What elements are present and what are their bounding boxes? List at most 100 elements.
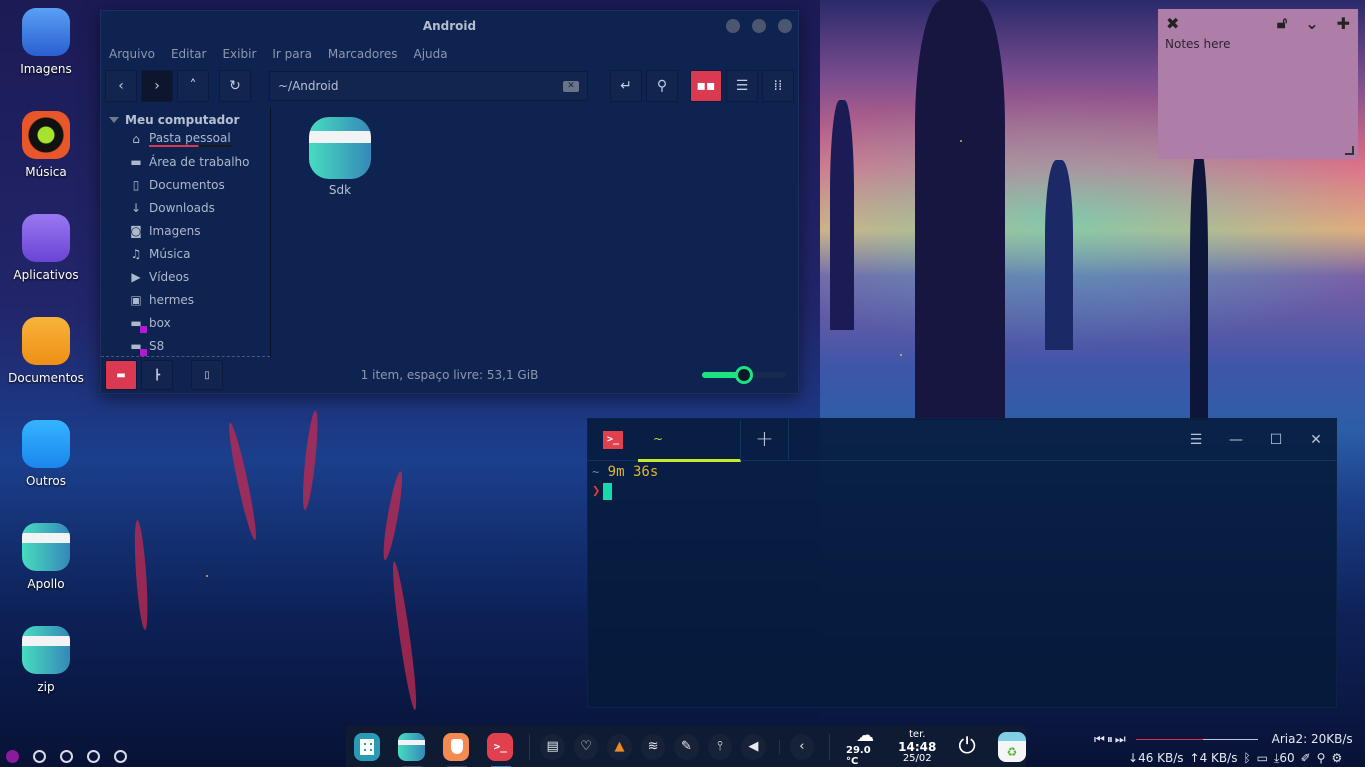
app-launcher-button[interactable] [354,732,381,761]
compact-view-button[interactable]: ⁞⁞ [762,70,794,102]
add-note-icon[interactable]: ✚ [1337,14,1350,33]
forward-button[interactable]: › [141,70,173,102]
next-track-icon[interactable]: ⏭ [1115,732,1126,747]
updates-counter[interactable]: ⤓60 [1274,751,1295,766]
power-button[interactable]: ⏻ [958,734,975,759]
night-light-button[interactable]: ♡ [573,733,599,760]
desktop-icon-aplicativos[interactable]: Aplicativos [0,214,92,282]
pager-dot-5[interactable] [114,750,127,763]
zoom-slider-handle[interactable] [735,366,753,384]
close-note-icon[interactable]: ✖ [1166,14,1179,33]
search-icon: ⚲ [656,78,668,94]
location-bar[interactable]: ~/Android ✕ [269,71,588,101]
pager-dot-2[interactable] [33,750,46,763]
pager-dot-1[interactable] [6,750,19,763]
sidebar-item-pasta-pessoal[interactable]: ⌂ Pasta pessoal [101,127,270,150]
grid-apps-icon [360,738,375,755]
sidebar-item-area-de-trabalho[interactable]: ▬ Área de trabalho [101,150,270,173]
enter-arrow-icon: ↵ [620,78,632,94]
sidebar-item-hermes[interactable]: ▣ hermes [101,288,270,311]
maximize-button[interactable] [752,19,766,33]
pause-icon[interactable]: ⏸ [1107,732,1113,747]
desktop-icon-zip[interactable]: zip [0,626,92,694]
trash-button[interactable]: ♻ [997,731,1026,762]
media-progress[interactable] [1135,738,1258,740]
previous-track-icon[interactable]: ⏮ [1094,732,1105,747]
pager-dot-3[interactable] [60,750,73,763]
reload-button[interactable]: ↻ [219,70,251,102]
list-view-button[interactable]: ☰ [726,70,758,102]
unlock-icon[interactable]: 🔓︎ [1277,13,1287,33]
clear-location-icon[interactable]: ✕ [563,80,579,92]
close-icon[interactable]: ✕ [1296,432,1336,448]
sidebar-item-videos[interactable]: ▶ Vídeos [101,265,270,288]
minimize-icon[interactable]: — [1216,432,1256,448]
vlc-button[interactable]: ▲ [607,733,632,760]
sidebar-item-label: Área de trabalho [149,154,250,169]
minimize-button[interactable] [726,19,740,33]
volume-button[interactable]: ◀ [741,733,766,760]
menu-marcadores[interactable]: Marcadores [328,47,398,61]
new-tab-button[interactable]: + [741,418,789,461]
desktop-icon-label: Música [25,165,67,179]
clipboard-icon: ▤ [546,739,559,754]
menu-arquivo[interactable]: Arquivo [109,47,155,61]
desktop-icon-outros[interactable]: Outros [0,420,92,488]
note-text[interactable]: Notes here [1158,37,1358,51]
desktop-icon-documentos[interactable]: Documentos [0,317,92,385]
terminal-app-button[interactable]: >_ [487,732,514,767]
go-button[interactable]: ↵ [610,70,642,102]
location-input[interactable]: ~/Android [278,79,339,93]
usb-icon: ⫯ [717,739,723,754]
terminal-tab[interactable]: ~ [638,419,741,462]
wifi-button[interactable]: ≋ [640,733,666,760]
sidebar-item-s8[interactable]: ▬ S8 [101,334,270,357]
clipboard-button[interactable]: ▤ [540,733,565,760]
menu-icon[interactable]: ☰ [1176,432,1216,448]
menu-ir-para[interactable]: Ir para [272,47,312,61]
color-picker-icon[interactable]: ✐ [1301,751,1311,765]
title-bar[interactable]: Android [101,11,798,41]
pager-dot-4[interactable] [87,750,100,763]
desktop-icon-apollo[interactable]: Apollo [0,523,92,591]
usb-button[interactable]: ⫯ [707,733,733,760]
sidebar-item-box[interactable]: ▬ box [101,311,270,334]
file-item-sdk[interactable]: Sdk [309,117,371,197]
files-app-button[interactable] [398,732,425,767]
chevron-down-icon[interactable]: ⌄ [1305,14,1318,33]
collapse-tray-button[interactable]: ‹ [789,733,815,760]
sidebar-header[interactable]: Meu computador [101,107,270,127]
sidebar-item-imagens[interactable]: ◙ Imagens [101,219,270,242]
settings-gear-icon[interactable]: ⚙ [1331,751,1342,765]
desktop-icon-musica[interactable]: Música [0,111,92,179]
menu-editar[interactable]: Editar [171,47,207,61]
search-button[interactable]: ⚲ [646,70,678,102]
weather-widget[interactable]: ☁ 29.0 °C [846,726,884,767]
close-button[interactable] [778,19,792,33]
menu-exibir[interactable]: Exibir [222,47,256,61]
sidebar-item-documentos[interactable]: ▯ Documentos [101,173,270,196]
clock-widget[interactable]: ter. 14:48 25/02 [898,729,936,765]
desktop-icon-imagens[interactable]: Imagens [0,8,92,76]
icon-view-button[interactable]: ▪▪ [690,70,722,102]
places-toggle-button[interactable]: ▬ [105,360,137,390]
tree-toggle-button[interactable]: ┣ [141,360,173,390]
pipette-button[interactable]: ✎ [674,733,699,760]
file-manager-window: Android Arquivo Editar Exibir Ir para Ma… [100,10,799,394]
terminal-toggle-button[interactable]: ▯ [191,360,223,390]
battery-icon[interactable]: ▭ [1257,751,1268,765]
sidebar-item-downloads[interactable]: ↓ Downloads [101,196,270,219]
zoom-slider[interactable] [702,366,786,384]
back-button[interactable]: ‹ [105,70,137,102]
bluetooth-icon[interactable]: ᛒ [1243,751,1250,765]
sidebar-item-musica[interactable]: ♫ Música [101,242,270,265]
file-view[interactable]: Sdk [271,107,798,357]
terminal-output[interactable]: ~ 9m 36s ❯ [588,461,1336,503]
maximize-icon[interactable]: ☐ [1256,432,1296,448]
menu-ajuda[interactable]: Ajuda [414,47,448,61]
search-icon[interactable]: ⚲ [1317,751,1326,765]
resize-grip[interactable] [1345,146,1354,155]
up-button[interactable]: ˄ [177,70,209,102]
terminal-header[interactable]: >_ ~ + ☰ — ☐ ✕ [588,418,1336,462]
brave-browser-button[interactable] [442,732,470,767]
